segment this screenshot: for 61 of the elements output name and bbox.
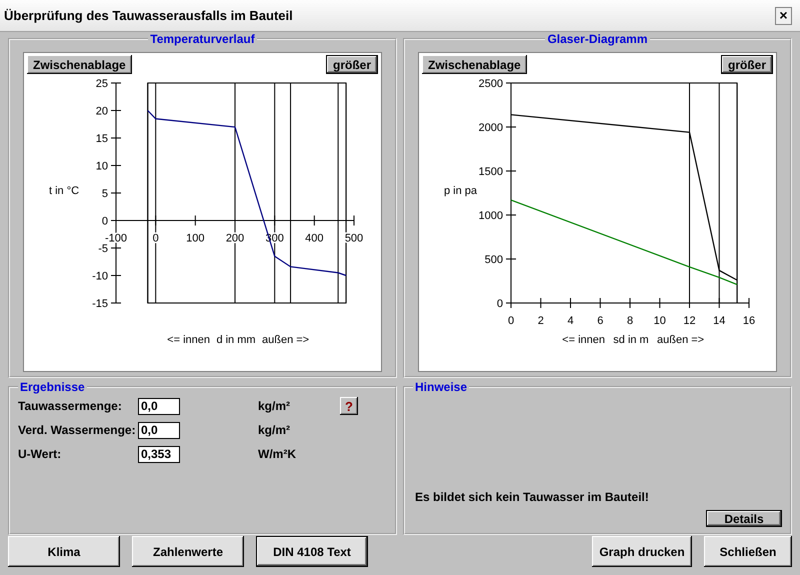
action-button[interactable]: Schließen	[704, 536, 792, 567]
field-label: U-Wert:	[18, 447, 62, 461]
group-title: Ergebnisse	[19, 380, 86, 394]
action-button[interactable]: DIN 4108 Text	[256, 536, 368, 567]
input-field[interactable]: 0,0	[138, 398, 180, 414]
tick-label: 8	[626, 315, 634, 327]
tick-label: 100	[186, 232, 205, 244]
unit-label: W/m²K	[258, 447, 297, 461]
action-button[interactable]: Klima	[8, 536, 120, 567]
field-label: Verd. Wassermenge:	[18, 423, 137, 437]
clipboard-button[interactable]: Zwischenablage	[27, 55, 132, 74]
tick-label: 500	[484, 254, 503, 266]
tick-label: 1500	[478, 166, 503, 178]
tick-label: 10	[654, 315, 666, 327]
unit-label: kg/m²	[258, 399, 292, 413]
axis-title: außen =>	[657, 334, 704, 346]
tick-label: 0	[496, 298, 503, 310]
tick-label: -5	[98, 243, 108, 255]
tick-label: 0	[508, 315, 514, 327]
tick-label: 1000	[478, 210, 503, 222]
group-title: Temperaturverlauf	[149, 32, 256, 46]
unit-label: kg/m²	[258, 423, 292, 437]
axis-title: p in pa	[444, 185, 478, 197]
tick-label: 15	[96, 133, 108, 145]
group-title: Glaser-Diagramm	[546, 32, 649, 46]
tick-label: 6	[597, 315, 604, 327]
tick-label: 4	[567, 315, 574, 327]
tick-label: 5	[102, 188, 108, 200]
tick-label: 10	[96, 160, 108, 172]
axis-title: <= innen	[562, 334, 605, 346]
action-button[interactable]: Zahlenwerte	[132, 536, 244, 567]
axis-title: sd in m	[613, 334, 649, 346]
tick-label: 25	[96, 78, 108, 90]
tick-label: 16	[742, 315, 756, 327]
tick-label: 14	[713, 315, 726, 327]
tick-label: 20	[96, 106, 108, 118]
notice-text: Es bildet sich kein Tauwasser im Bauteil!	[414, 490, 650, 504]
axis-title: d in mm	[216, 334, 256, 346]
axis-title: t in °C	[49, 185, 80, 197]
details-button[interactable]: Details	[706, 510, 782, 527]
enlarge-button[interactable]: größer	[720, 55, 773, 74]
window-title: Überprüfung des Tauwasserausfalls im Bauteil	[4, 8, 293, 23]
action-button[interactable]: Graph drucken	[592, 536, 692, 567]
help-button[interactable]: ?	[340, 397, 358, 415]
tick-label: 2000	[478, 122, 503, 134]
tick-label: -15	[92, 298, 108, 310]
tick-label: 2500	[478, 78, 503, 90]
input-field[interactable]: 0,353	[138, 446, 180, 462]
tick-label: 2	[538, 315, 544, 327]
field-label: Tauwassermenge:	[18, 399, 123, 413]
group-title: Hinweise	[414, 380, 468, 394]
input-field[interactable]: 0,0	[138, 422, 180, 438]
axis-title: außen =>	[262, 334, 310, 346]
close-button[interactable]: ×	[775, 6, 792, 24]
clipboard-button[interactable]: Zwischenablage	[422, 55, 527, 74]
tick-label: 12	[683, 315, 696, 327]
enlarge-button[interactable]: größer	[326, 55, 378, 74]
tick-label: 0	[102, 216, 108, 228]
tick-label: -10	[92, 270, 108, 282]
tick-label: 400	[305, 232, 324, 244]
axis-title: <= innen	[167, 334, 210, 346]
